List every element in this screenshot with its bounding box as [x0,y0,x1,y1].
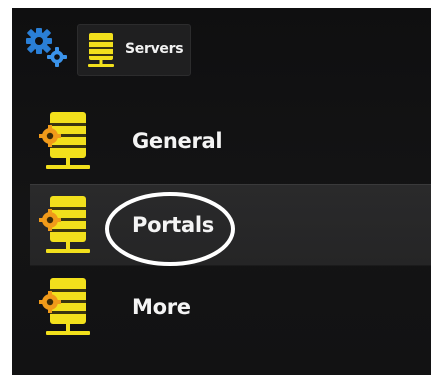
menu-item-general[interactable]: General [12,101,431,183]
server-gear-icon [39,112,90,169]
menu-item-label: General [132,129,223,153]
menu-item-more[interactable]: More [12,267,431,349]
app-screen: Servers General Portals More [12,8,431,375]
menu-item-portals[interactable]: Portals [30,184,431,266]
server-menu: General Portals More [12,8,431,375]
server-gear-icon [39,278,90,335]
menu-item-label: More [132,295,191,319]
menu-item-label: Portals [132,213,214,237]
server-gear-icon [39,196,90,253]
